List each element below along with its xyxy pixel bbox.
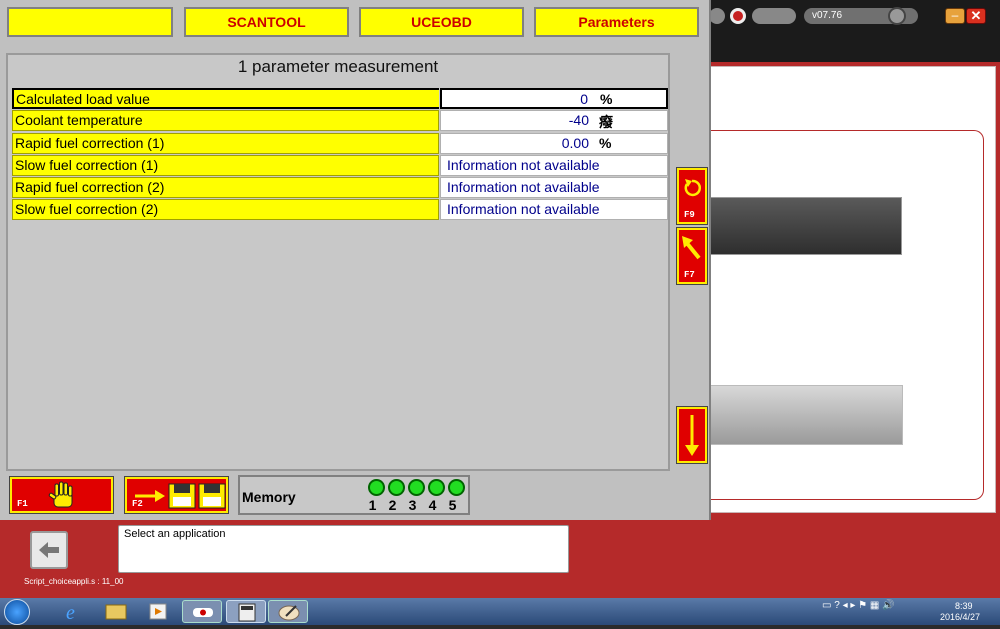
background-light-button[interactable] [705,385,903,445]
parameter-info: Information not available [447,179,600,196]
calculator-icon[interactable] [226,600,266,623]
save-to-disk-icon [135,483,226,509]
tab-uceobd[interactable]: UCEOBD [359,7,524,37]
script-label: Script_choiceappli.s : 11_00 [24,577,124,586]
parameter-label: Calculated load value [12,88,439,109]
parameter-value: 0.00 [561,134,589,151]
fkey-label: F1 [17,499,28,509]
parameter-row[interactable]: Rapid fuel correction (1) 0.00 % [12,132,668,155]
down-arrow-icon [685,415,699,456]
internet-explorer-icon[interactable]: e [56,600,92,624]
parameter-row[interactable]: Calculated load value 0 % [12,88,668,110]
parameter-value-cell: 0.00 % [440,132,668,154]
tab-scantool[interactable]: SCANTOOL [184,7,349,37]
parameter-info: Information not available [447,156,600,173]
memory-slot-number: 3 [408,497,417,513]
parameter-panel: 1 parameter measurement Calculated load … [6,53,670,471]
system-tray[interactable]: ▭ ? ◂ ▸ ⚑ ▦ 🔊 [822,600,895,611]
close-button[interactable]: ✕ [966,8,986,24]
parameter-label: Rapid fuel correction (1) [12,132,439,154]
svg-text:e: e [66,602,75,623]
refresh-button[interactable]: F9 [676,167,708,225]
fkey-label: F7 [684,270,695,280]
diagonal-arrow-icon [682,236,701,260]
record-icon[interactable] [730,8,746,24]
left-arrow-icon [39,542,59,558]
parameter-table: Calculated load value 0 % Coolant temper… [12,88,668,222]
start-button[interactable] [4,599,30,625]
volume-slider[interactable] [752,8,796,24]
parameter-value-cell: 0 % [440,88,668,109]
parameter-value-cell: -40 癈 [440,110,668,132]
taskbar-app-icon[interactable] [182,600,222,623]
scantool-dialog: SCANTOOL UCEOBD Parameters 1 parameter m… [0,0,711,520]
parameter-value: -40 [568,112,589,129]
app-dark-strip [700,32,1000,62]
status-box: Select an application [118,525,569,573]
fkey-label: F9 [684,210,695,220]
parameter-value-cell: Information not available [440,177,668,199]
tab-blank[interactable] [7,7,173,37]
folder-icon[interactable] [98,600,134,623]
memory-led-2[interactable] [388,479,405,496]
paint-icon[interactable] [268,600,308,623]
parameter-row[interactable]: Rapid fuel correction (2) Information no… [12,177,668,199]
taskbar: e ▭ ? ◂ ▸ ⚑ ▦ 🔊 [0,598,1000,625]
stop-button[interactable]: F1 [9,476,114,514]
parameter-value: 0 [580,91,588,107]
parameter-label: Slow fuel correction (2) [12,199,439,221]
version-knob-icon[interactable] [888,7,906,25]
minimize-button[interactable]: – [945,8,965,24]
settings-icon[interactable] [709,8,725,24]
scroll-down-button[interactable] [676,406,708,464]
parameter-value-cell: Information not available [440,199,668,221]
memory-led-4[interactable] [428,479,445,496]
memory-label: Memory [242,489,296,505]
panel-title: 1 parameter measurement [237,57,439,76]
memory-led-5[interactable] [448,479,465,496]
tab-parameters[interactable]: Parameters [534,7,699,37]
clock-date[interactable]: 2016/4/27 [940,612,980,622]
fkey-label: F2 [132,499,143,509]
memory-slot-number: 5 [448,497,457,513]
parameter-value-cell: Information not available [440,154,668,176]
memory-led-1[interactable] [368,479,385,496]
parameter-label: Slow fuel correction (1) [12,154,439,176]
memory-slot-number: 1 [368,497,377,513]
parameter-label: Coolant temperature [12,110,439,132]
memory-indicator: Memory 1 2 3 4 5 [238,475,470,515]
memory-led-3[interactable] [408,479,425,496]
refresh-icon [684,179,701,197]
parameter-unit: 癈 [599,114,613,131]
memory-slot-number: 2 [388,497,397,513]
media-player-icon[interactable] [140,600,176,623]
clock-time[interactable]: 8:39 [955,601,973,611]
parameter-row[interactable]: Slow fuel correction (2) Information not… [12,199,668,221]
parameter-unit: % [600,91,613,107]
parameter-info: Information not available [447,201,600,218]
save-button[interactable]: F2 [124,476,229,514]
back-button[interactable] [30,531,68,569]
background-dark-button[interactable] [705,197,902,255]
memory-slot-number: 4 [428,497,437,513]
hand-icon [48,481,73,508]
status-text: Select an application [124,528,226,540]
parameter-row[interactable]: Coolant temperature -40 癈 [12,110,668,132]
parameter-row[interactable]: Slow fuel correction (1) Information not… [12,154,668,177]
back-arrow-button[interactable]: F7 [676,227,708,285]
parameter-label: Rapid fuel correction (2) [12,177,439,199]
parameter-unit: % [599,134,612,151]
